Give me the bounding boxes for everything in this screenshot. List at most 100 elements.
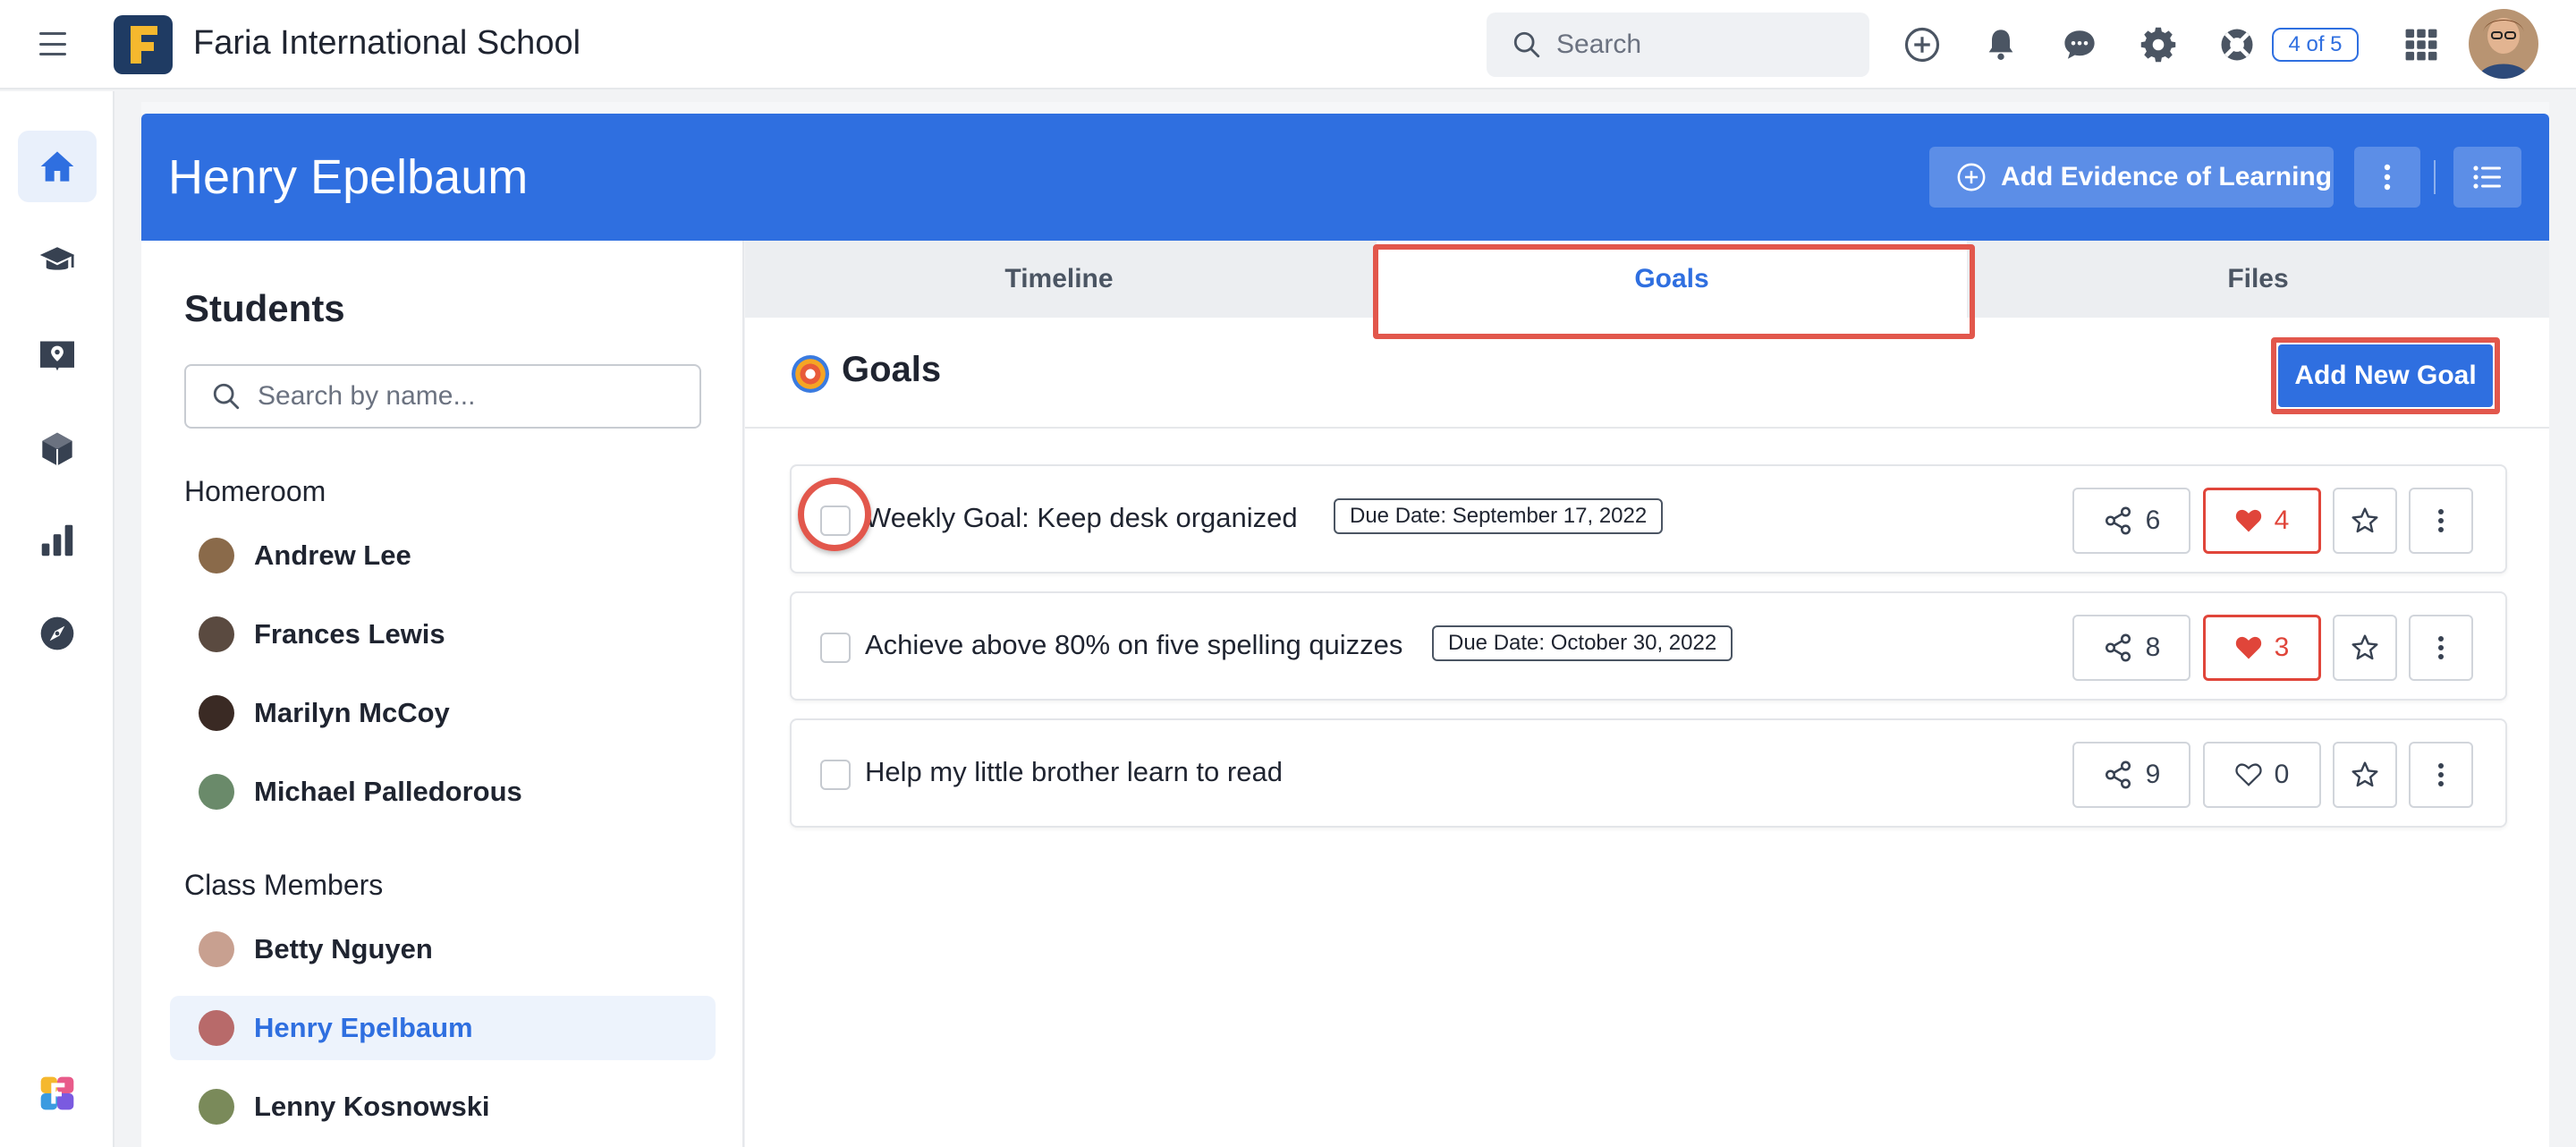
favorite-button[interactable] xyxy=(2333,615,2397,681)
share-button[interactable]: 8 xyxy=(2072,615,2190,681)
student-name: Lenny Kosnowski xyxy=(254,1091,490,1122)
avatar xyxy=(199,538,234,574)
graduation-cap-icon[interactable] xyxy=(18,225,97,297)
avatar xyxy=(199,931,234,967)
heart-icon xyxy=(2235,636,2261,659)
like-button[interactable]: 4 xyxy=(2203,488,2321,554)
grid-icon[interactable] xyxy=(2400,23,2443,66)
share-icon xyxy=(2105,633,2131,662)
avatar xyxy=(199,774,234,810)
progress-badge[interactable]: 4 of 5 xyxy=(2272,28,2359,62)
like-count: 4 xyxy=(2274,506,2290,535)
tab-files[interactable]: Files xyxy=(1967,241,2549,318)
goals-title: Goals xyxy=(842,350,942,389)
list-view-button[interactable] xyxy=(2453,147,2521,208)
banner-top-strip xyxy=(141,102,2549,115)
heart-icon xyxy=(2235,763,2262,786)
bar-chart-icon[interactable] xyxy=(18,505,97,576)
bell-icon[interactable] xyxy=(1979,23,2022,66)
goal-target-icon xyxy=(792,355,829,393)
add-new-goal-button[interactable]: Add New Goal xyxy=(2278,344,2493,407)
banner-divider xyxy=(2434,160,2436,194)
like-button[interactable]: 3 xyxy=(2203,615,2321,681)
goal-title: Achieve above 80% on five spelling quizz… xyxy=(865,629,1403,660)
gear-icon[interactable] xyxy=(2137,23,2180,66)
app-logo[interactable] xyxy=(114,15,173,74)
compass-icon[interactable] xyxy=(18,598,97,669)
student-list-item[interactable]: Michael Palledorous xyxy=(170,760,716,824)
cube-icon[interactable] xyxy=(18,413,97,485)
goal-title: Weekly Goal: Keep desk organized xyxy=(865,502,1298,533)
due-date-badge: Due Date: September 17, 2022 xyxy=(1334,498,1664,534)
add-evidence-label: Add Evidence of Learning xyxy=(2001,162,2333,191)
banner-more-button[interactable] xyxy=(2354,147,2420,208)
share-button[interactable]: 6 xyxy=(2072,488,2190,554)
student-banner: Henry Epelbaum Add Evidence of Learning xyxy=(141,114,2549,241)
kebab-icon xyxy=(2438,636,2444,659)
goal-checkbox[interactable] xyxy=(820,633,851,663)
student-name-heading: Henry Epelbaum xyxy=(168,150,529,204)
kebab-icon xyxy=(2384,164,2391,191)
favorite-button[interactable] xyxy=(2333,742,2397,808)
share-button[interactable]: 9 xyxy=(2072,742,2190,808)
global-search-input[interactable]: Search xyxy=(1487,13,1869,77)
student-search-placeholder: Search by name... xyxy=(258,381,476,411)
list-icon xyxy=(2473,166,2501,189)
home-icon[interactable] xyxy=(18,131,97,202)
goal-more-button[interactable] xyxy=(2409,742,2473,808)
student-search-input[interactable]: Search by name... xyxy=(184,364,701,429)
student-list-item[interactable]: Marilyn McCoy xyxy=(170,681,716,745)
goal-more-button[interactable] xyxy=(2409,615,2473,681)
star-icon xyxy=(2351,634,2378,660)
star-icon xyxy=(2351,507,2378,533)
share-count: 8 xyxy=(2145,633,2161,662)
student-list-item[interactable]: Lenny Kosnowski xyxy=(170,1075,716,1139)
tab-timeline[interactable]: Timeline xyxy=(745,241,1373,318)
goal-card[interactable]: Weekly Goal: Keep desk organized Due Date… xyxy=(790,464,2507,574)
add-evidence-button[interactable]: Add Evidence of Learning xyxy=(1929,147,2334,208)
students-title: Students xyxy=(184,287,345,329)
star-icon xyxy=(2351,761,2378,787)
like-button[interactable]: 0 xyxy=(2203,742,2321,808)
search-icon xyxy=(1513,31,1540,58)
goal-more-button[interactable] xyxy=(2409,488,2473,554)
student-list-item[interactable]: Frances Lewis xyxy=(170,602,716,667)
avatar xyxy=(199,695,234,731)
due-date-badge: Due Date: October 30, 2022 xyxy=(1432,625,1733,661)
kebab-icon xyxy=(2438,763,2444,786)
top-bar: Faria International School Search 4 of 5 xyxy=(0,0,2576,89)
chat-icon[interactable] xyxy=(2058,23,2101,66)
like-count: 0 xyxy=(2274,760,2290,789)
checkbox-highlight-ring xyxy=(798,478,871,551)
student-list-item[interactable]: Henry Epelbaum xyxy=(170,996,716,1060)
search-icon xyxy=(213,383,240,410)
student-name: Andrew Lee xyxy=(254,540,411,571)
goal-card[interactable]: Help my little brother learn to read 9 0 xyxy=(790,718,2507,828)
favorite-button[interactable] xyxy=(2333,488,2397,554)
student-name: Frances Lewis xyxy=(254,618,445,650)
students-panel: Students Search by name... Homeroom Andr… xyxy=(141,241,744,1147)
user-avatar[interactable] xyxy=(2469,9,2538,79)
plus-circle-icon xyxy=(1957,163,1986,191)
avatar xyxy=(199,1010,234,1046)
search-placeholder: Search xyxy=(1556,30,1642,59)
student-list-item[interactable]: Betty Nguyen xyxy=(170,917,716,981)
share-count: 6 xyxy=(2145,506,2161,535)
left-rail xyxy=(0,91,114,1147)
like-count: 3 xyxy=(2274,633,2290,662)
menu-icon[interactable] xyxy=(39,32,66,55)
map-book-icon[interactable] xyxy=(18,319,97,391)
student-list-item[interactable]: Andrew Lee xyxy=(170,523,716,588)
share-count: 9 xyxy=(2145,760,2161,789)
goal-title: Help my little brother learn to read xyxy=(865,756,1283,787)
homeroom-heading: Homeroom xyxy=(184,475,326,507)
avatar xyxy=(199,616,234,652)
goal-card[interactable]: Achieve above 80% on five spelling quizz… xyxy=(790,591,2507,701)
faria-logo-icon[interactable] xyxy=(18,1058,97,1129)
heart-icon xyxy=(2235,509,2261,532)
goal-checkbox[interactable] xyxy=(820,760,851,790)
class-members-heading: Class Members xyxy=(184,869,384,901)
lifebuoy-icon[interactable] xyxy=(2216,23,2258,66)
plus-circle-icon[interactable] xyxy=(1901,23,1944,66)
main-content: Timeline Goals Files Goals Add New Goal … xyxy=(745,241,2549,1147)
